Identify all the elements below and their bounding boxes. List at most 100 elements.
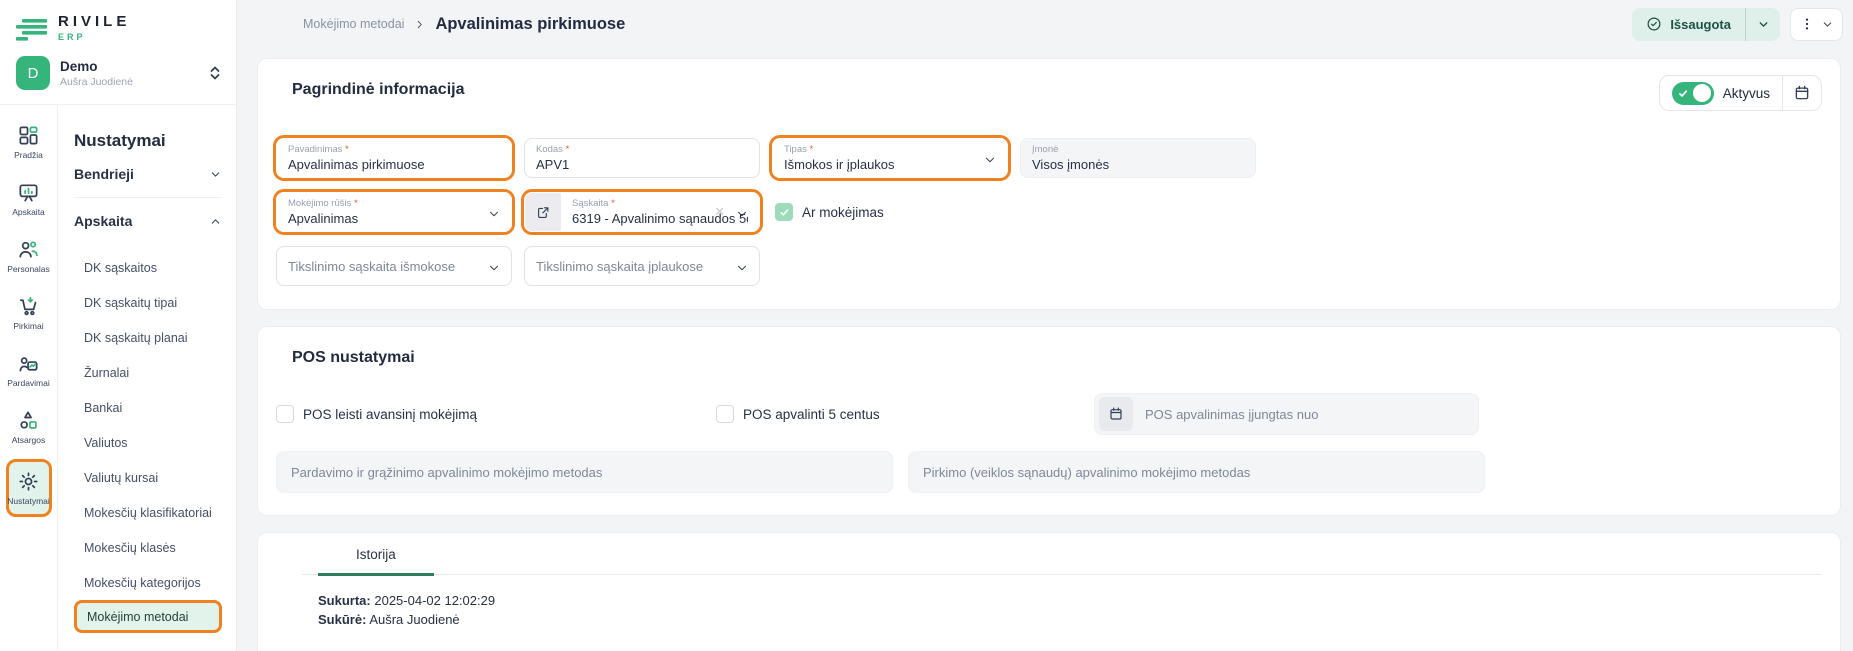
chevron-down-icon	[487, 207, 501, 221]
pos-rounding-date-field[interactable]: POS apvalinimas įjungtas nuo	[1094, 393, 1479, 435]
clear-icon[interactable]: ✕	[714, 204, 725, 220]
field-tikslinimo-ismokose-wrap: Tikslinimo sąskaita išmokose	[273, 243, 515, 289]
save-menu-caret[interactable]	[1746, 8, 1780, 41]
people-icon	[17, 238, 40, 261]
field-pavadinimas-highlight: Pavadinimas * Apvalinimas pirkimuose	[273, 135, 515, 181]
menu-item-valiutu-kursai[interactable]: Valiutų kursai	[74, 460, 222, 495]
chevron-down-icon	[735, 207, 749, 221]
menu-group-bendrieji[interactable]: Bendrieji	[74, 151, 222, 197]
tikslinimo-iplaukose-placeholder: Tikslinimo sąskaita įplaukose	[536, 252, 748, 280]
pavadinimas-field[interactable]: Pavadinimas * Apvalinimas pirkimuose	[276, 138, 512, 178]
field-tikslinimo-iplaukose-wrap: Tikslinimo sąskaita įplaukose	[521, 243, 763, 289]
chevron-down-icon	[1757, 18, 1770, 31]
brand-logo[interactable]: RIVILE ERP	[16, 14, 226, 42]
shapes-icon	[17, 409, 40, 432]
sidebar-header: RIVILE ERP D Demo Aušra Juodienė	[0, 0, 236, 105]
menu-item-dk-saskaitu-tipai[interactable]: DK sąskaitų tipai	[74, 285, 222, 320]
dashboard-icon	[17, 124, 40, 147]
more-actions-button[interactable]	[1790, 8, 1843, 41]
section-title-pos: POS nustatymai	[292, 343, 1822, 367]
check-circle-icon	[1646, 16, 1662, 32]
created-label: Sukurta:	[318, 593, 371, 608]
mokejimo-rusis-value: Apvalinimas	[288, 211, 500, 226]
ar-mokejimas-checkbox-row[interactable]: Ar mokėjimas	[775, 203, 884, 221]
workspace-selector[interactable]: D Demo Aušra Juodienė	[16, 56, 226, 90]
kodas-value: APV1	[536, 157, 748, 172]
rail-label: Atsargos	[12, 435, 46, 445]
breadcrumb-parent[interactable]: Mokėjimo metodai	[303, 17, 404, 31]
pos-round-checkbox[interactable]	[716, 405, 734, 423]
ar-mokejimas-checkbox[interactable]	[775, 203, 793, 221]
updown-caret-icon	[208, 65, 222, 81]
open-account-button[interactable]	[525, 193, 561, 231]
external-link-icon	[536, 205, 551, 220]
menu-item-mokesciu-klasifikatoriai[interactable]: Mokesčių klasifikatoriai	[74, 495, 222, 530]
field-label: Įmonė	[1032, 144, 1058, 155]
save-split-button[interactable]: Išsaugota	[1632, 8, 1780, 41]
brand-text: RIVILE ERP	[58, 14, 130, 42]
rail-item-apskaita[interactable]: Apskaita	[5, 174, 53, 224]
rail-item-pradzia[interactable]: Pradžia	[5, 117, 53, 167]
imone-field: Įmonė Visos įmonės	[1020, 138, 1256, 178]
activity-calendar-button[interactable]	[1783, 75, 1821, 111]
tab-istorija[interactable]: Istorija	[318, 533, 434, 576]
tikslinimo-iplaukose-select[interactable]: Tikslinimo sąskaita įplaukose	[524, 246, 760, 286]
topbar: Mokėjimo metodai Apvalinimas pirkimuose …	[237, 0, 1853, 48]
menu-item-zurnalai[interactable]: Žurnalai	[74, 355, 222, 390]
active-toggle-box: Aktyvus	[1659, 75, 1822, 111]
rail-item-personalas[interactable]: Personalas	[5, 231, 53, 281]
brand-name: RIVILE	[58, 14, 130, 29]
menu-item-mokesciu-kategorijos[interactable]: Mokesčių kategorijos	[74, 565, 222, 600]
menu-item-dk-saskaitos[interactable]: DK sąskaitos	[74, 250, 222, 285]
chevron-right-icon	[414, 19, 425, 30]
rail-item-nustatymai[interactable]: Nustatymai	[6, 459, 52, 517]
saskaita-select[interactable]: Sąskaita * 6319 - Apvalinimo sąnaudos 5c…	[524, 192, 760, 232]
mokejimo-rusis-select[interactable]: Mokėjimo rūšis * Apvalinimas	[276, 192, 512, 232]
rail-item-pardavimai[interactable]: Pardavimai	[5, 345, 53, 395]
tipas-select[interactable]: Tipas * Išmokos ir įplaukos	[772, 138, 1008, 178]
kodas-field[interactable]: Kodas * APV1	[524, 138, 760, 178]
rail-label: Nustatymai	[7, 496, 50, 506]
required-mark: *	[810, 144, 814, 155]
menu-item-bankai[interactable]: Bankai	[74, 390, 222, 425]
menu-group-apskaita[interactable]: Apskaita	[74, 198, 222, 244]
menu-item-mokejimo-metodai[interactable]: Mokėjimo metodai	[74, 600, 222, 633]
field-mokejimo-rusis-highlight: Mokėjimo rūšis * Apvalinimas	[273, 189, 515, 235]
toggle-knob	[1693, 84, 1711, 102]
history-created-line: Sukurta: 2025-04-02 12:02:29	[318, 591, 1822, 610]
chart-board-icon	[17, 181, 40, 204]
pos-round-checkbox-row[interactable]: POS apvalinti 5 centus	[716, 405, 880, 423]
pos-advance-checkbox-row[interactable]: POS leisti avansinį mokėjimą	[276, 405, 716, 423]
icon-rail: Pradžia Apskaita Personalas	[0, 105, 58, 650]
main-area: Mokėjimo metodai Apvalinimas pirkimuose …	[237, 0, 1853, 651]
page-title: Apvalinimas pirkimuose	[435, 15, 625, 34]
check-icon	[779, 207, 790, 218]
pos-date-placeholder: POS apvalinimas įjungtas nuo	[1145, 407, 1318, 422]
field-label: Sąskaita	[572, 198, 608, 209]
menu-item-dk-saskaitu-planai[interactable]: DK sąskaitų planai	[74, 320, 222, 355]
history-details: Sukurta: 2025-04-02 12:02:29 Sukūrė: Auš…	[318, 575, 1822, 629]
saved-button[interactable]: Išsaugota	[1632, 16, 1745, 32]
rail-item-pirkimai[interactable]: Pirkimai	[5, 288, 53, 338]
sales-rounding-method-field: Pardavimo ir grąžinimo apvalinimo mokėji…	[276, 451, 893, 493]
pos-advance-checkbox[interactable]	[276, 405, 294, 423]
field-imone-wrap: Įmonė Visos įmonės	[1017, 135, 1259, 181]
pos-settings-card: POS nustatymai POS leisti avansinį mokėj…	[257, 326, 1841, 516]
required-mark: *	[354, 198, 358, 209]
pavadinimas-value: Apvalinimas pirkimuose	[288, 157, 500, 172]
calendar-icon-button[interactable]	[1099, 397, 1133, 431]
history-tabs: Istorija	[302, 533, 1822, 575]
rail-item-atsargos[interactable]: Atsargos	[5, 402, 53, 452]
rail-label: Pirkimai	[13, 321, 43, 331]
pos-advance-label: POS leisti avansinį mokėjimą	[303, 407, 477, 422]
menu-item-mokesciu-klases[interactable]: Mokesčių klasės	[74, 530, 222, 565]
active-toggle[interactable]	[1672, 82, 1714, 105]
menu-item-valiutos[interactable]: Valiutos	[74, 425, 222, 460]
rivile-logo-icon	[16, 18, 48, 42]
user-info: Demo Aušra Juodienė	[60, 59, 133, 88]
section-title-general: Pagrindinė informacija	[292, 75, 464, 99]
rail-label: Apskaita	[12, 207, 45, 217]
chevron-down-icon	[209, 168, 222, 181]
active-toggle-control[interactable]: Aktyvus	[1660, 82, 1782, 105]
tikslinimo-ismokose-select[interactable]: Tikslinimo sąskaita išmokose	[276, 246, 512, 286]
